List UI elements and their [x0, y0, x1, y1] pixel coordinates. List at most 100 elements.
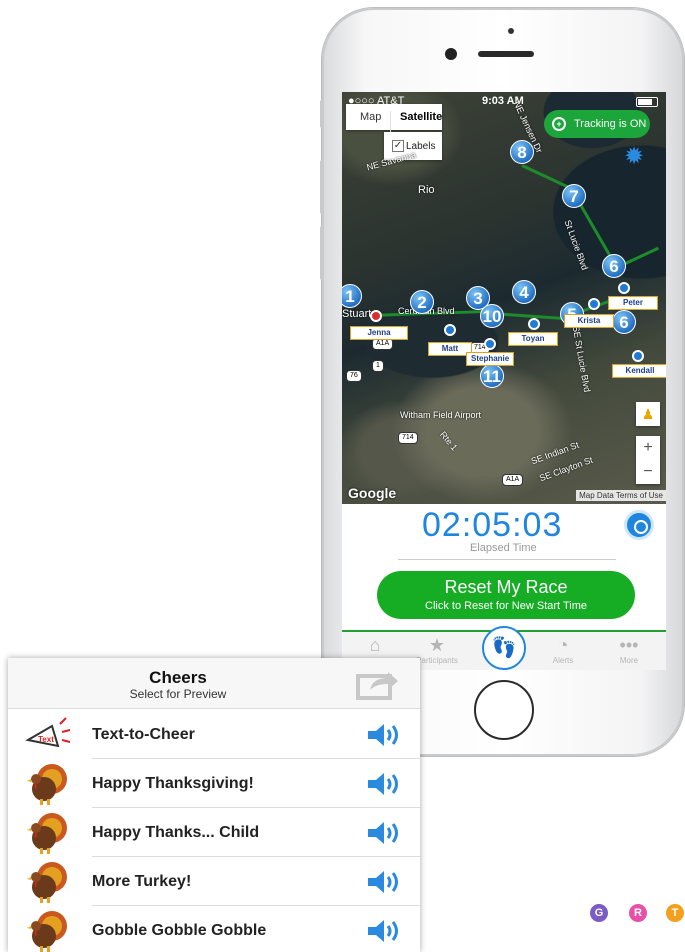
volume-up-button [320, 160, 324, 214]
turkey-icon [27, 911, 67, 952]
tracking-label: Tracking is ON [574, 118, 647, 130]
proximity-sensor [508, 28, 514, 34]
place-label: SE St Lucie Blvd [570, 325, 593, 393]
cheer-row-happy-thanksgiving[interactable]: Happy Thanksgiving! [8, 759, 420, 808]
participant-dot[interactable] [588, 298, 600, 310]
cheer-name: Happy Thanks... Child [92, 824, 260, 841]
volume-down-button [320, 226, 324, 280]
badge-t: T [666, 904, 684, 922]
mile-marker[interactable]: 2 [410, 290, 434, 314]
zoom-control: + − [636, 436, 660, 484]
cheer-name: Happy Thanksgiving! [92, 775, 254, 792]
map-attribution[interactable]: Map Data Terms of Use [576, 490, 666, 501]
place-label: Rio [418, 184, 435, 196]
svg-text:Text: Text [38, 735, 54, 744]
reset-race-subtitle: Click to Reset for New Start Time [425, 600, 587, 612]
phone-screen: ●○○○ AT&T 9:03 AM Map Satellite ✓ Labels… [342, 92, 666, 670]
zoom-in-button[interactable]: + [636, 436, 660, 460]
participant-dot[interactable] [444, 324, 456, 336]
mile-marker[interactable]: 10 [480, 304, 504, 328]
reset-race-button[interactable]: Reset My Race Click to Reset for New Sta… [377, 571, 635, 619]
home-icon: ⌂ [369, 635, 381, 655]
elapsed-time-label: Elapsed Time [470, 542, 537, 554]
speaker-icon[interactable] [366, 869, 402, 895]
gear-icon[interactable]: ✹ [624, 142, 644, 171]
battery-icon [636, 97, 658, 107]
mile-marker[interactable]: 7 [562, 184, 586, 208]
mile-marker[interactable]: 4 [512, 280, 536, 304]
tab-label: Alerts [552, 656, 574, 665]
cheers-panel: Cheers Select for Preview Text Text-to-C… [8, 658, 420, 952]
timer-icon[interactable] [624, 510, 654, 540]
mile-marker[interactable]: 8 [510, 140, 534, 164]
participant-label[interactable]: Krista [564, 314, 614, 328]
home-button[interactable] [474, 680, 534, 740]
zoom-out-button[interactable]: − [636, 460, 660, 484]
speaker-icon[interactable] [366, 722, 402, 748]
checkmark-icon[interactable]: ✓ [392, 140, 404, 152]
megaphone-icon: Text [25, 717, 71, 748]
road-shield: 1 [372, 360, 384, 372]
turkey-icon [27, 862, 67, 903]
alerts-icon: ◔ [557, 635, 569, 655]
cheer-name: More Turkey! [92, 873, 192, 890]
participant-dot[interactable] [618, 282, 630, 294]
participant-dot[interactable] [484, 338, 496, 350]
participant-label[interactable]: Kendall [612, 364, 666, 378]
earpiece-speaker [478, 51, 534, 57]
participant-label[interactable]: Stephanie [466, 352, 515, 366]
footprints-icon[interactable]: 👣 [482, 626, 526, 670]
speaker-icon[interactable] [366, 771, 402, 797]
place-label: Rte 1 [438, 429, 460, 453]
google-logo: Google [348, 485, 397, 501]
mile-marker[interactable]: 6 [602, 254, 626, 278]
cheer-row-happy-thanks-child[interactable]: Happy Thanks... Child [8, 808, 420, 857]
more-icon: ••• [619, 635, 639, 655]
mile-marker[interactable]: 11 [480, 364, 504, 388]
speaker-icon[interactable] [366, 918, 402, 944]
place-label: Witham Field Airport [400, 410, 482, 420]
mute-switch [320, 100, 324, 128]
participant-dot[interactable] [370, 310, 382, 322]
crosshair-icon: + [552, 117, 566, 131]
tracking-status-button[interactable]: + Tracking is ON [544, 110, 650, 138]
race-map[interactable]: ●○○○ AT&T 9:03 AM Map Satellite ✓ Labels… [342, 92, 666, 504]
cheer-name: Gobble Gobble Gobble [92, 922, 267, 939]
turkey-icon [27, 764, 67, 805]
participant-dot[interactable] [632, 350, 644, 362]
road-shield: 76 [346, 370, 362, 382]
tab-home[interactable]: ⌂ [350, 634, 400, 656]
cheer-name: Text-to-Cheer [92, 726, 195, 743]
share-icon[interactable] [356, 668, 400, 700]
tab-label: More [619, 656, 639, 665]
mile-marker[interactable]: 6 [612, 310, 636, 334]
cheer-row-more-turkey[interactable]: More Turkey! [8, 857, 420, 906]
map-type-satellite-button[interactable]: Satellite [400, 111, 442, 123]
map-type-map-button[interactable]: Map [360, 111, 381, 123]
tab-alerts[interactable]: ◔ Alerts [538, 634, 588, 665]
badge-r: R [629, 904, 647, 922]
cheer-row-gobble-gobble[interactable]: Gobble Gobble Gobble [8, 906, 420, 952]
elapsed-time-value: 02:05:03 [422, 506, 563, 544]
road-shield: 714 [398, 432, 418, 444]
street-view-pegman-icon[interactable]: ♟ [636, 402, 660, 426]
participant-label[interactable]: Peter [608, 296, 658, 310]
mile-marker[interactable]: 1 [342, 284, 362, 308]
reset-race-title: Reset My Race [444, 577, 568, 597]
participant-label[interactable]: Jenna [350, 326, 408, 340]
place-label: Stuart [342, 308, 372, 320]
badge-g: G [590, 904, 608, 922]
cheers-title: Cheers [149, 668, 207, 687]
cheer-row-text-to-cheer[interactable]: Text Text-to-Cheer [8, 710, 420, 759]
divider [398, 559, 616, 560]
participant-label[interactable]: Toyan [508, 332, 558, 346]
turkey-icon [27, 813, 67, 854]
cheers-subtitle: Select for Preview [129, 687, 227, 701]
front-camera [445, 48, 457, 60]
map-type-control: Map Satellite [346, 104, 442, 137]
place-label: St Lucie Blvd [562, 218, 590, 272]
speaker-icon[interactable] [366, 820, 402, 846]
participant-dot[interactable] [528, 318, 540, 330]
tab-more[interactable]: ••• More [604, 634, 654, 665]
elapsed-timer: 02:05:03 Elapsed Time [342, 504, 666, 560]
